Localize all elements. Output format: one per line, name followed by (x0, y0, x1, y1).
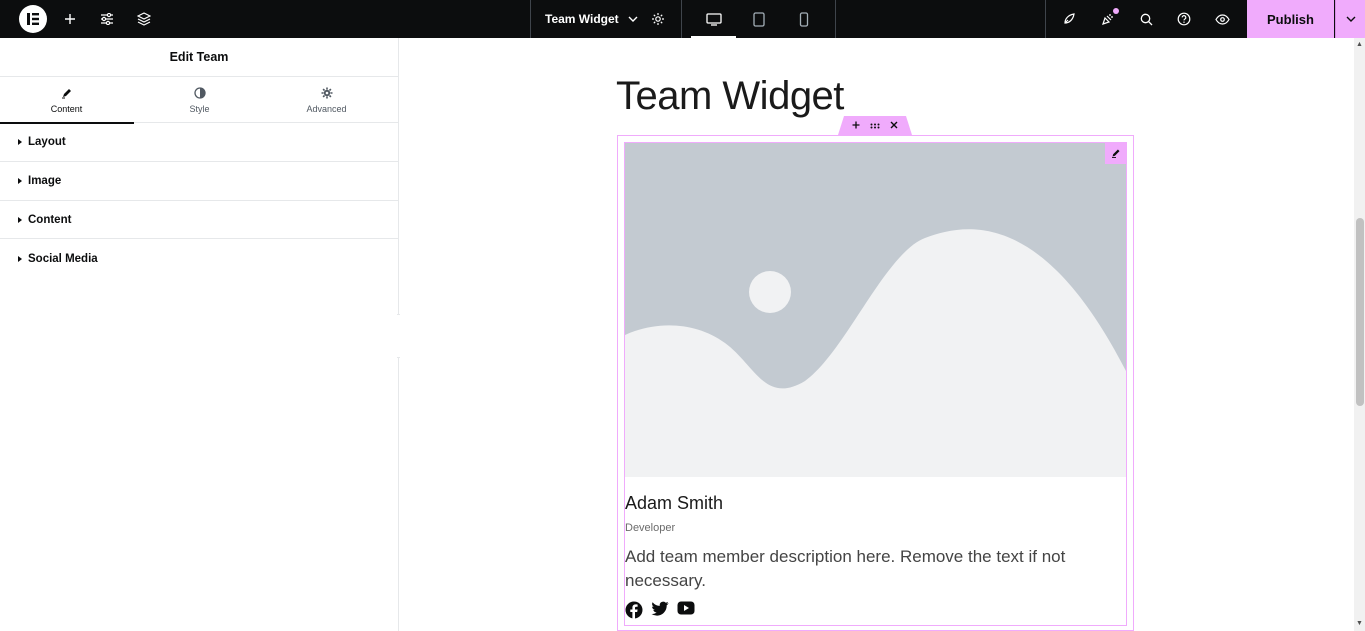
tab-content[interactable]: Content (0, 77, 134, 124)
team-member-description: Add team member description here. Remove… (625, 547, 1066, 590)
elementor-logo-icon[interactable] (19, 5, 47, 33)
caret-right-icon (18, 255, 22, 262)
close-icon[interactable] (890, 120, 898, 132)
publish-options-button[interactable] (1335, 0, 1365, 38)
site-settings-icon[interactable] (95, 0, 119, 38)
drag-handle-icon[interactable] (870, 120, 880, 132)
section-layout[interactable]: Layout (0, 123, 398, 162)
panel-tabs: Content Style Advanced (0, 77, 398, 124)
edit-widget-button[interactable] (1105, 142, 1127, 164)
editor-topbar: Team Widget Publish (0, 0, 1365, 38)
add-element-icon[interactable] (58, 0, 82, 38)
facebook-icon[interactable] (625, 601, 643, 624)
caret-right-icon (18, 178, 22, 184)
topbar-divider (835, 0, 836, 38)
scroll-thumb[interactable] (1356, 218, 1364, 406)
scroll-down-icon[interactable]: ▼ (1356, 620, 1363, 627)
document-title[interactable]: Team Widget (545, 0, 638, 38)
launchpad-icon[interactable] (1058, 0, 1080, 38)
twitter-icon[interactable] (651, 601, 669, 624)
editor-panel: Edit Team Content Style Advanced Layout … (0, 38, 399, 631)
team-member-role: Developer (625, 522, 676, 534)
social-links (625, 601, 695, 624)
structure-icon[interactable] (132, 0, 156, 38)
add-icon[interactable] (852, 120, 860, 132)
active-tab-indicator (0, 122, 134, 124)
section-label: Image (28, 175, 62, 187)
preview-icon[interactable] (1211, 0, 1233, 38)
section-label: Layout (28, 136, 66, 148)
notification-dot (1113, 8, 1119, 14)
topbar-divider (530, 0, 531, 38)
team-member-name: Adam Smith (625, 493, 724, 513)
section-content[interactable]: Content (0, 201, 398, 239)
youtube-icon[interactable] (677, 601, 695, 624)
whats-new-icon[interactable] (1097, 0, 1119, 38)
container-toolbar (838, 116, 912, 135)
page-settings-icon[interactable] (646, 0, 670, 38)
caret-right-icon (18, 139, 22, 145)
pencil-icon (61, 87, 72, 100)
tab-label: Content (50, 103, 83, 114)
search-icon[interactable] (1135, 0, 1157, 38)
tablet-icon[interactable] (748, 0, 770, 38)
help-icon[interactable] (1173, 0, 1195, 38)
gear-icon (321, 87, 333, 100)
preview-canvas: Team Widget Adam Smith Developer Add tea… (400, 38, 1354, 631)
chevron-down-icon (1346, 16, 1355, 22)
canvas-scrollbar[interactable]: ▲ ▼ (1354, 38, 1365, 631)
section-social-media[interactable]: Social Media (0, 239, 398, 278)
tab-style[interactable]: Style (133, 77, 266, 123)
topbar-divider (1045, 0, 1046, 38)
tab-label: Advanced (306, 103, 347, 114)
document-title-text: Team Widget (545, 12, 619, 26)
tab-advanced[interactable]: Advanced (260, 77, 393, 123)
publish-button[interactable]: Publish (1247, 0, 1334, 38)
caret-right-icon (18, 216, 22, 223)
pencil-icon (1112, 149, 1120, 158)
page-title: Team Widget (616, 74, 844, 118)
panel-title: Edit Team (0, 38, 398, 77)
half-circle-icon (193, 87, 206, 100)
topbar-divider (681, 0, 682, 38)
mobile-icon[interactable] (793, 0, 815, 38)
scroll-up-icon[interactable]: ▲ (1356, 41, 1363, 48)
tab-label: Style (189, 103, 210, 114)
chevron-down-icon[interactable] (628, 16, 638, 22)
section-image[interactable]: Image (0, 162, 398, 201)
desktop-icon[interactable] (703, 0, 725, 38)
section-label: Content (28, 213, 72, 226)
section-label: Social Media (28, 252, 98, 265)
